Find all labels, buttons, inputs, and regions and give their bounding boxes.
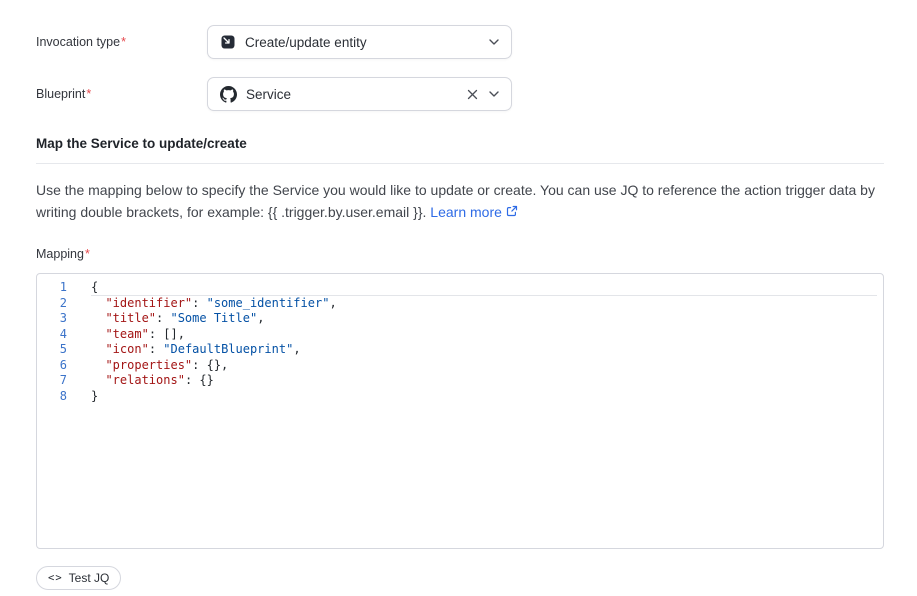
field-row-invocation-type: Invocation type* Create/update entity bbox=[36, 25, 884, 59]
learn-more-link[interactable]: Learn more bbox=[430, 201, 518, 223]
test-jq-label: Test JQ bbox=[69, 571, 110, 585]
chevron-down-icon[interactable] bbox=[489, 91, 499, 97]
invocation-type-select[interactable]: Create/update entity bbox=[207, 25, 512, 59]
create-update-entity-icon bbox=[220, 34, 236, 50]
external-link-icon bbox=[506, 201, 518, 223]
editor-gutter: 12345678 bbox=[37, 280, 67, 548]
learn-more-label: Learn more bbox=[430, 201, 502, 223]
invocation-type-label-text: Invocation type bbox=[36, 35, 120, 49]
section-divider bbox=[36, 163, 884, 164]
code-brackets-icon: <> bbox=[48, 572, 63, 584]
code-line[interactable]: "icon": "DefaultBlueprint", bbox=[91, 342, 883, 358]
blueprint-label-text: Blueprint bbox=[36, 87, 85, 101]
code-line[interactable]: { bbox=[91, 280, 877, 296]
blueprint-select[interactable]: Service bbox=[207, 77, 512, 111]
blueprint-value: Service bbox=[246, 87, 458, 102]
invocation-type-value: Create/update entity bbox=[245, 35, 480, 50]
required-asterisk: * bbox=[85, 247, 90, 261]
required-asterisk: * bbox=[121, 35, 126, 49]
code-line[interactable]: "identifier": "some_identifier", bbox=[91, 296, 883, 312]
line-number: 1 bbox=[37, 280, 67, 296]
code-line[interactable]: } bbox=[91, 389, 883, 405]
mapping-code-editor[interactable]: 12345678 { "identifier": "some_identifie… bbox=[36, 273, 884, 549]
line-number: 3 bbox=[37, 311, 67, 327]
blueprint-label: Blueprint* bbox=[36, 87, 207, 101]
clear-icon[interactable] bbox=[467, 89, 478, 100]
action-form: Invocation type* Create/update entity Bl… bbox=[36, 0, 884, 590]
line-number: 2 bbox=[37, 296, 67, 312]
invocation-type-label: Invocation type* bbox=[36, 35, 207, 49]
line-number: 6 bbox=[37, 358, 67, 374]
mapping-field-label: Mapping* bbox=[36, 247, 884, 261]
section-heading: Map the Service to update/create bbox=[36, 136, 884, 151]
mapping-label-text: Mapping bbox=[36, 247, 84, 261]
code-line[interactable]: "team": [], bbox=[91, 327, 883, 343]
line-number: 5 bbox=[37, 342, 67, 358]
test-jq-button[interactable]: <> Test JQ bbox=[36, 566, 121, 590]
editor-code[interactable]: { "identifier": "some_identifier", "titl… bbox=[91, 280, 883, 548]
line-number: 8 bbox=[37, 389, 67, 405]
code-line[interactable]: "properties": {}, bbox=[91, 358, 883, 374]
mapping-description: Use the mapping below to specify the Ser… bbox=[36, 179, 884, 223]
code-line[interactable]: "relations": {} bbox=[91, 373, 883, 389]
code-line[interactable]: "title": "Some Title", bbox=[91, 311, 883, 327]
required-asterisk: * bbox=[86, 87, 91, 101]
field-row-blueprint: Blueprint* Service bbox=[36, 77, 884, 111]
line-number: 4 bbox=[37, 327, 67, 343]
line-number: 7 bbox=[37, 373, 67, 389]
github-icon bbox=[220, 86, 237, 103]
chevron-down-icon[interactable] bbox=[489, 39, 499, 45]
